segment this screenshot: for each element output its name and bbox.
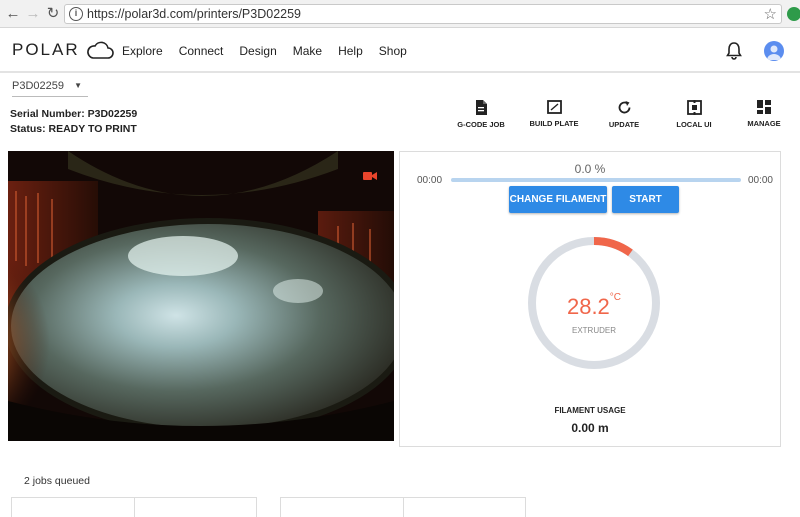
progress-percent: 0.0 % xyxy=(574,162,606,176)
remaining-time: 00:00 xyxy=(747,175,773,186)
filament-usage-label: FILAMENT USAGE xyxy=(554,406,626,415)
user-icon xyxy=(767,45,781,60)
update-button[interactable]: UPDATE xyxy=(589,100,659,129)
manage-button[interactable]: MANAGE xyxy=(729,100,799,128)
extruder-temperature: 28.2°C xyxy=(526,292,662,320)
queued-job-card[interactable] xyxy=(280,497,526,517)
extension-icon[interactable] xyxy=(787,7,800,21)
temperature-value: 28.2 xyxy=(566,294,610,319)
user-avatar[interactable] xyxy=(764,41,784,61)
nav-explore[interactable]: Explore xyxy=(122,44,163,58)
queue-count: 2 jobs queued xyxy=(24,475,90,487)
printer-status: Status: READY TO PRINT xyxy=(10,123,137,135)
serial-number: Serial Number: P3D02259 xyxy=(10,108,138,120)
info-icon[interactable]: i xyxy=(69,7,83,21)
bell-icon[interactable] xyxy=(726,42,742,60)
local-ui-button[interactable]: LOCAL UI xyxy=(659,100,729,129)
card-divider xyxy=(134,498,135,517)
nav-connect[interactable]: Connect xyxy=(179,44,224,58)
filament-usage-value: 0.00 m xyxy=(571,421,609,435)
printer-select[interactable]: P3D02259 ▼ xyxy=(12,80,88,97)
cloud-logo-icon xyxy=(86,41,114,59)
nav-help[interactable]: Help xyxy=(338,44,363,58)
card-divider xyxy=(403,498,404,517)
queued-job-card[interactable] xyxy=(11,497,257,517)
gcode-job-button[interactable]: G-CODE JOB xyxy=(446,100,516,129)
nav-design[interactable]: Design xyxy=(239,44,276,58)
app-header: POLAR Explore Connect Design Make Help S… xyxy=(0,29,800,73)
gcode-job-label: G-CODE JOB xyxy=(457,120,505,129)
progress-bar xyxy=(451,178,741,182)
build-plate-label: BUILD PLATE xyxy=(529,119,579,128)
video-camera-icon[interactable] xyxy=(363,171,377,181)
build-plate-icon xyxy=(546,100,562,114)
temperature-unit: °C xyxy=(609,292,622,303)
elapsed-time: 00:00 xyxy=(417,175,443,186)
reload-icon[interactable]: ↻ xyxy=(44,5,62,23)
logo-text: POLAR xyxy=(12,40,80,59)
document-icon xyxy=(476,100,487,115)
manage-label: MANAGE xyxy=(747,119,781,128)
nav-make[interactable]: Make xyxy=(293,44,322,58)
update-icon xyxy=(618,101,630,114)
back-arrow-icon[interactable]: ← xyxy=(4,5,22,23)
forward-arrow-icon[interactable]: → xyxy=(24,5,42,23)
change-filament-button[interactable]: CHANGE FILAMENT xyxy=(509,186,607,213)
dashboard-icon xyxy=(757,100,771,114)
print-control-panel: 0.0 % 00:00 00:00 CHANGE FILAMENT START … xyxy=(399,151,781,447)
polar-logo[interactable]: POLAR xyxy=(12,40,114,60)
start-button[interactable]: START xyxy=(612,186,679,213)
browser-toolbar: ← → ↻ i https://polar3d.com/printers/P3D… xyxy=(0,0,800,28)
bookmark-star-icon[interactable]: ☆ xyxy=(764,5,777,23)
update-label: UPDATE xyxy=(608,120,640,129)
caret-down-icon: ▼ xyxy=(74,81,82,90)
local-ui-label: LOCAL UI xyxy=(676,120,712,129)
camera-image xyxy=(8,151,394,441)
url-text[interactable]: https://polar3d.com/printers/P3D02259 xyxy=(87,7,301,21)
main-nav: Explore Connect Design Make Help Shop xyxy=(122,44,423,58)
build-plate-button[interactable]: BUILD PLATE xyxy=(519,100,589,128)
nav-shop[interactable]: Shop xyxy=(379,44,407,58)
printer-select-value: P3D02259 xyxy=(12,80,64,92)
local-ui-icon xyxy=(686,100,702,115)
camera-feed xyxy=(8,151,394,441)
address-bar[interactable]: i https://polar3d.com/printers/P3D02259 … xyxy=(64,4,782,24)
extruder-label: EXTRUDER xyxy=(571,326,616,335)
